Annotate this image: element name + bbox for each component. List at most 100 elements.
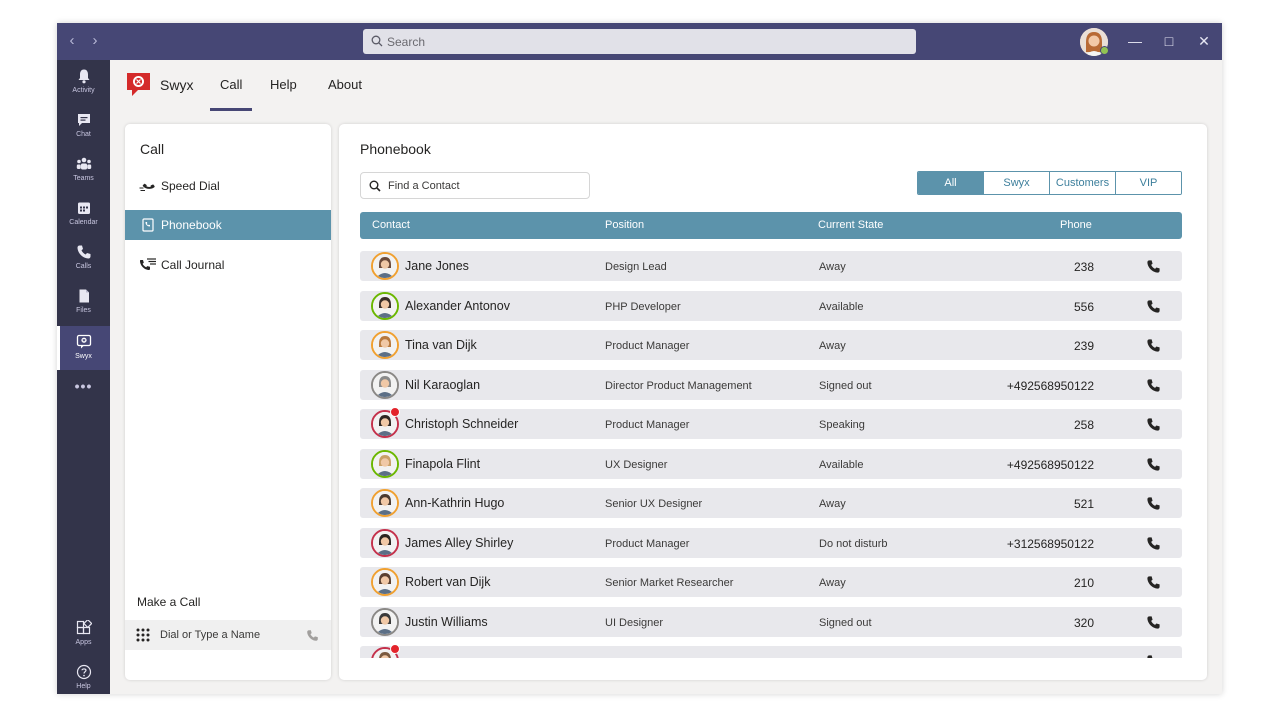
contact-phone: +492568950122	[1006, 378, 1094, 393]
find-contact-box[interactable]	[360, 172, 590, 199]
minimize-icon[interactable]: —	[1124, 31, 1146, 51]
table-row[interactable]: Justin Williams UI Designer Signed out 320	[360, 606, 1182, 637]
dial-input[interactable]	[160, 620, 300, 650]
more-apps-icon[interactable]: •••	[57, 378, 110, 394]
call-button[interactable]	[1146, 615, 1161, 630]
tab-help[interactable]: Help	[270, 77, 297, 92]
table-row[interactable]: Christoph Schneider Product Manager Speaki…	[360, 407, 1182, 439]
phone-icon	[1147, 378, 1160, 392]
call-button[interactable]	[1146, 536, 1161, 551]
call-button[interactable]	[1146, 338, 1161, 353]
table-row[interactable]: James Alley Shirley Product Manager Do not…	[360, 527, 1182, 558]
rail-item-chat[interactable]: Chat	[57, 104, 110, 148]
maximize-icon[interactable]: □	[1158, 31, 1180, 51]
teams-icon	[76, 157, 92, 170]
menu-item-label: Speed Dial	[161, 179, 220, 193]
call-button[interactable]	[1146, 259, 1161, 274]
rail-item-calendar[interactable]: Calendar	[57, 192, 110, 236]
title-bar: ‹ › — □ ✕	[57, 23, 1222, 60]
contact-state: Do not disturb	[819, 537, 888, 550]
tab-call[interactable]: Call	[209, 77, 254, 111]
filter-vip[interactable]: VIP	[1116, 172, 1181, 194]
table-row[interactable]: Finapola Flint UX Designer Available +49256…	[360, 448, 1182, 479]
table-row[interactable]: Jane Jones Design Lead Away 238	[360, 251, 1182, 281]
table-row[interactable]: Alexander Antonov PHP Developer Available 5…	[360, 290, 1182, 321]
table-row[interactable]	[360, 644, 1182, 658]
call-button[interactable]	[1146, 496, 1161, 511]
call-button[interactable]	[1146, 299, 1161, 314]
menu-item-call-journal[interactable]: Call Journal	[125, 250, 331, 280]
chat-icon	[78, 114, 90, 126]
global-search-input[interactable]	[387, 29, 907, 54]
make-call-title: Make a Call	[137, 595, 201, 609]
contact-name: James Alley Shirley	[405, 535, 514, 550]
dialpad-icon[interactable]	[136, 628, 150, 642]
presence-available-dot	[1100, 46, 1109, 55]
table-row[interactable]: Robert van Dijk Senior Market Researcher A…	[360, 567, 1182, 597]
rail-item-swyx[interactable]: Swyx	[57, 326, 110, 370]
contact-avatar	[371, 370, 399, 399]
avatar-image	[373, 333, 397, 357]
filter-swyx[interactable]: Swyx	[984, 172, 1050, 194]
contact-state: Away	[819, 498, 846, 510]
filter-all[interactable]: All	[918, 172, 984, 194]
dial-call-icon[interactable]	[306, 629, 319, 642]
phone-icon	[1147, 299, 1160, 313]
call-panel: Call Speed Dial Phonebook Call Journal M…	[125, 124, 331, 680]
call-button[interactable]	[1146, 457, 1161, 472]
rail-item-label: Apps	[75, 639, 92, 646]
speed-dial-icon	[139, 183, 155, 191]
rail-item-calls[interactable]: Calls	[57, 236, 110, 280]
avatar-image	[373, 530, 397, 555]
call-button[interactable]	[1146, 654, 1161, 658]
contact-state: Available	[819, 300, 864, 313]
dial-bar[interactable]	[125, 620, 331, 650]
bell-icon	[78, 69, 90, 84]
global-search[interactable]	[363, 29, 916, 54]
column-header-position[interactable]: Position	[605, 219, 644, 231]
close-icon[interactable]: ✕	[1193, 31, 1215, 51]
find-contact-input[interactable]	[388, 173, 583, 198]
phone-icon	[1147, 615, 1160, 629]
contact-phone: +492568950122	[1006, 457, 1094, 472]
column-header-state[interactable]: Current State	[818, 219, 883, 231]
call-button[interactable]	[1146, 575, 1161, 590]
menu-item-speed-dial[interactable]: Speed Dial	[125, 171, 331, 201]
rail-item-apps[interactable]: Apps	[57, 612, 110, 656]
table-row[interactable]: Ann-Kathrin Hugo Senior UX Designer Away 52…	[360, 488, 1182, 518]
tab-about[interactable]: About	[328, 77, 362, 92]
table-row[interactable]: Tina van Dijk Product Manager Away 239	[360, 330, 1182, 360]
swyx-logo-icon	[127, 73, 150, 96]
forward-arrow-icon[interactable]: ›	[86, 32, 104, 50]
menu-item-phonebook[interactable]: Phonebook	[125, 210, 331, 240]
avatar-image	[373, 570, 397, 594]
contact-avatar	[371, 607, 399, 636]
call-button[interactable]	[1146, 378, 1161, 393]
column-header-phone[interactable]: Phone	[1060, 219, 1092, 231]
filter-customers[interactable]: Customers	[1050, 172, 1116, 194]
rail-item-label: Teams	[73, 175, 94, 182]
rail-item-help[interactable]: Help	[57, 656, 110, 694]
contact-position: Product Manager	[605, 419, 690, 431]
contact-name: Jane Jones	[405, 259, 469, 273]
table-header: Contact Position Current State Phone	[360, 212, 1182, 239]
rail-item-teams[interactable]: Teams	[57, 148, 110, 192]
contact-name: Tina van Dijk	[405, 338, 477, 352]
phone-icon	[1147, 655, 1153, 658]
calendar-icon	[78, 202, 90, 214]
contact-phone: 320	[1073, 615, 1094, 630]
avatar-image	[373, 372, 397, 397]
back-arrow-icon[interactable]: ‹	[63, 32, 81, 50]
rail-item-files[interactable]: Files	[57, 280, 110, 324]
column-header-contact[interactable]: Contact	[372, 219, 410, 231]
contact-state: Away	[819, 261, 846, 273]
contact-name: Justin Williams	[405, 614, 488, 629]
rail-item-activity[interactable]: Activity	[57, 60, 110, 104]
avatar-image	[373, 451, 397, 476]
table-row[interactable]: Nil Karaoglan Director Product Management…	[360, 369, 1182, 400]
call-button[interactable]	[1146, 417, 1161, 432]
contact-phone: 238	[1073, 260, 1094, 274]
contact-name: Robert van Dijk	[405, 575, 491, 589]
phone-icon	[77, 245, 91, 259]
contact-phone: +312568950122	[1006, 536, 1094, 551]
